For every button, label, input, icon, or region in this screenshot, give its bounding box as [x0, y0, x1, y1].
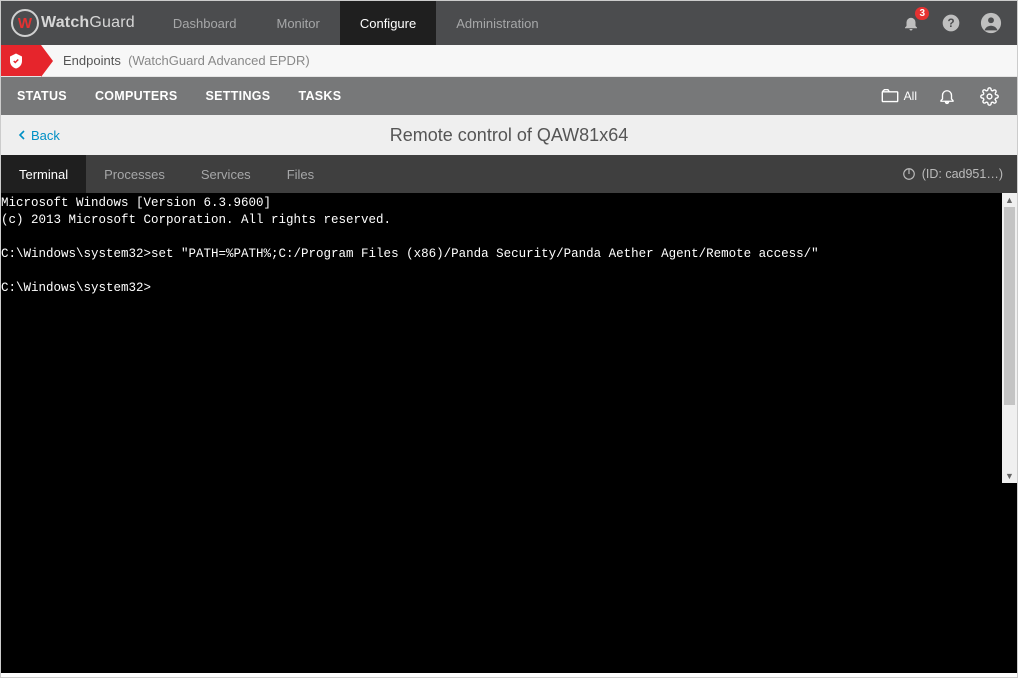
notifications-icon[interactable]: 3 — [899, 11, 923, 35]
folder-all-button[interactable]: All — [881, 89, 917, 103]
power-icon[interactable] — [902, 167, 916, 181]
scroll-up-icon[interactable]: ▲ — [1002, 193, 1017, 207]
topnav-right: 3 ? — [899, 11, 1003, 35]
tab-services[interactable]: Services — [183, 155, 269, 193]
svg-text:?: ? — [947, 17, 954, 30]
tab-files[interactable]: Files — [269, 155, 332, 193]
alerts-bell-icon[interactable] — [935, 84, 959, 108]
back-label: Back — [31, 128, 60, 143]
folder-all-label: All — [904, 89, 917, 103]
topnav-items: Dashboard Monitor Configure Administrati… — [153, 1, 559, 45]
subnav-computers[interactable]: COMPUTERS — [95, 89, 178, 103]
nav-administration[interactable]: Administration — [436, 1, 558, 45]
breadcrumb-text: Endpoints (WatchGuard Advanced EPDR) — [63, 53, 310, 68]
logo-icon: W — [11, 9, 39, 37]
subnav-settings[interactable]: SETTINGS — [206, 89, 271, 103]
subnav-status[interactable]: STATUS — [17, 89, 67, 103]
breadcrumb-bar: Endpoints (WatchGuard Advanced EPDR) — [1, 45, 1017, 77]
nav-monitor[interactable]: Monitor — [256, 1, 339, 45]
help-icon[interactable]: ? — [939, 11, 963, 35]
chevron-left-icon — [17, 130, 27, 140]
title-bar: Back Remote control of QAW81x64 — [1, 115, 1017, 155]
terminal-container: Microsoft Windows [Version 6.3.9600] (c)… — [1, 193, 1017, 673]
back-button[interactable]: Back — [17, 128, 60, 143]
session-info: (ID: cad951…) — [902, 167, 1017, 181]
session-id-label: (ID: cad951…) — [922, 167, 1003, 181]
sub-navbar: STATUS COMPUTERS SETTINGS TASKS All — [1, 77, 1017, 115]
scrollbar[interactable]: ▲ ▼ — [1002, 193, 1017, 483]
brand-logo[interactable]: W WatchGuard — [11, 9, 135, 37]
tab-terminal[interactable]: Terminal — [1, 155, 86, 193]
product-flag-icon[interactable] — [1, 45, 41, 76]
settings-gear-icon[interactable] — [977, 84, 1001, 108]
nav-dashboard[interactable]: Dashboard — [153, 1, 257, 45]
scrollbar-track[interactable] — [1002, 207, 1017, 469]
notifications-badge: 3 — [915, 7, 929, 20]
subnav-tasks[interactable]: TASKS — [298, 89, 341, 103]
breadcrumb-main[interactable]: Endpoints — [63, 53, 121, 68]
brand-name: WatchGuard — [41, 14, 135, 32]
scroll-down-icon[interactable]: ▼ — [1002, 469, 1017, 483]
nav-configure[interactable]: Configure — [340, 1, 436, 45]
scrollbar-thumb[interactable] — [1004, 207, 1015, 405]
page-title: Remote control of QAW81x64 — [390, 125, 628, 146]
top-navbar: W WatchGuard Dashboard Monitor Configure… — [1, 1, 1017, 45]
remote-control-tabs: Terminal Processes Services Files (ID: c… — [1, 155, 1017, 193]
tab-processes[interactable]: Processes — [86, 155, 183, 193]
terminal-output[interactable]: Microsoft Windows [Version 6.3.9600] (c)… — [1, 193, 1017, 673]
subnav-right: All — [881, 84, 1001, 108]
breadcrumb-sub: (WatchGuard Advanced EPDR) — [128, 53, 310, 68]
user-icon[interactable] — [979, 11, 1003, 35]
